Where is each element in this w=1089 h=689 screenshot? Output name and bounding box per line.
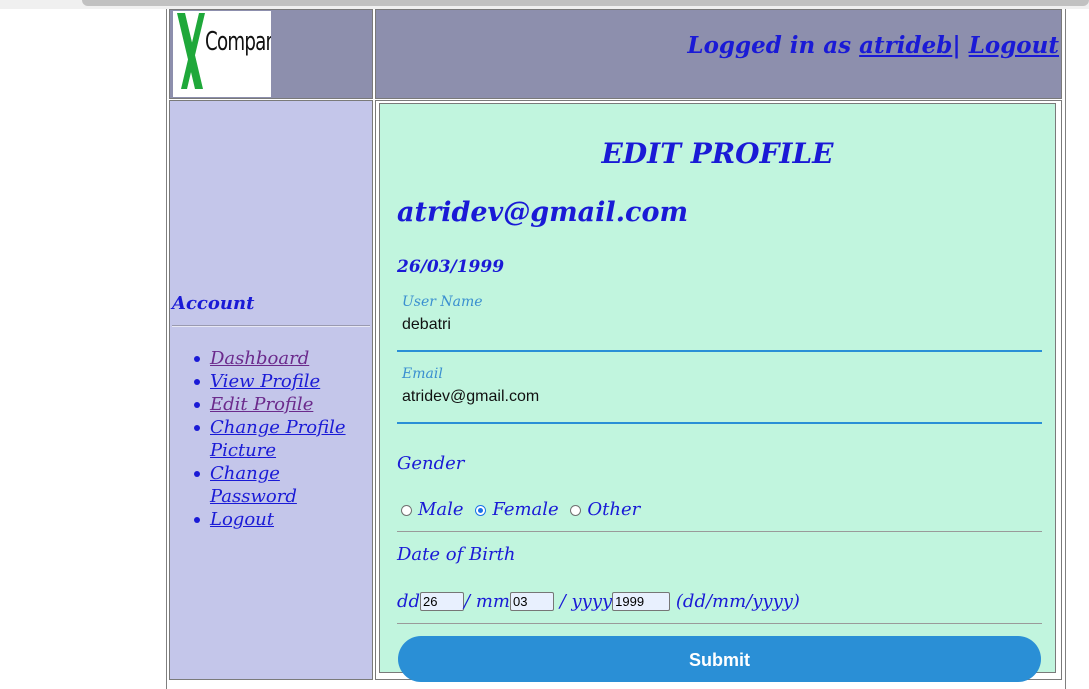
gender-options: Male Female Other (401, 499, 646, 520)
logo-text: Company (205, 27, 271, 57)
gender-label: Gender (397, 453, 465, 474)
email-field: Email (397, 366, 1042, 424)
header-logout-link[interactable]: Logout (969, 32, 1059, 59)
gender-divider (397, 531, 1042, 532)
email-input[interactable] (402, 388, 1022, 406)
dob-divider (397, 623, 1042, 624)
change-profile-picture-link[interactable]: Change Profile Picture (210, 417, 346, 461)
male-radio[interactable] (401, 505, 412, 516)
view-profile-link[interactable]: View Profile (210, 371, 320, 392)
sidebar-logout-link[interactable]: Logout (210, 509, 274, 530)
sidebar-item-logout: Logout (194, 508, 370, 531)
edit-profile-form: EDIT PROFILE atridev@gmail.com 26/03/199… (379, 103, 1056, 682)
company-logo: Company (173, 11, 271, 97)
dob-heading: 26/03/1999 (397, 257, 505, 277)
year-input[interactable] (612, 592, 671, 611)
username-field: User Name (397, 294, 1042, 352)
mm-prefix: / mm (464, 591, 510, 612)
header-separator: | (952, 32, 969, 59)
header-bar: Logged in as atrideb| Logout (375, 9, 1062, 99)
other-label: Other (587, 499, 641, 520)
sidebar-item-change-picture: Change Profile Picture (194, 416, 370, 462)
dob-label: Date of Birth (397, 544, 516, 565)
dd-prefix: dd (397, 591, 421, 612)
sidebar-item-edit-profile: Edit Profile (194, 393, 370, 416)
dashboard-link[interactable]: Dashboard (210, 348, 309, 369)
female-radio[interactable] (475, 505, 487, 516)
username-input[interactable] (402, 316, 1022, 334)
male-label: Male (418, 499, 464, 520)
sidebar-item-dashboard: Dashboard (194, 347, 370, 370)
day-input[interactable] (420, 592, 465, 611)
other-radio[interactable] (570, 505, 582, 516)
logo-cell: Company (169, 9, 373, 99)
email-label: Email (402, 366, 443, 382)
sidebar-item-view-profile: View Profile (194, 370, 370, 393)
logged-in-prefix: Logged in as (687, 32, 860, 59)
page-title: EDIT PROFILE (601, 137, 834, 170)
scrollbar-thumb[interactable] (82, 0, 1089, 6)
horizontal-scrollbar[interactable] (0, 0, 1089, 9)
dob-inputs: dd / mm / yyyy (dd/mm/yyyy) (397, 591, 800, 612)
change-password-link[interactable]: Change Password (210, 463, 297, 507)
username-label: User Name (402, 294, 483, 310)
dob-format-hint: (dd/mm/yyyy) (670, 591, 800, 612)
login-status: Logged in as atrideb| Logout (687, 32, 1059, 59)
month-input[interactable] (509, 592, 554, 611)
sidebar-nav: Dashboard View Profile Edit Profile Chan… (194, 347, 370, 531)
yyyy-prefix: / yyyy (553, 591, 613, 612)
email-heading: atridev@gmail.com (397, 197, 689, 228)
sidebar-divider (172, 325, 370, 327)
username-link[interactable]: atrideb (859, 32, 952, 59)
sidebar: Account Dashboard View Profile Edit Prof… (169, 100, 373, 680)
female-label: Female (492, 499, 559, 520)
main-content: EDIT PROFILE atridev@gmail.com 26/03/199… (375, 100, 1062, 682)
sidebar-item-change-password: Change Password (194, 462, 370, 508)
sidebar-title: Account (172, 293, 255, 314)
edit-profile-link[interactable]: Edit Profile (210, 394, 313, 415)
submit-button[interactable]: Submit (398, 636, 1041, 682)
